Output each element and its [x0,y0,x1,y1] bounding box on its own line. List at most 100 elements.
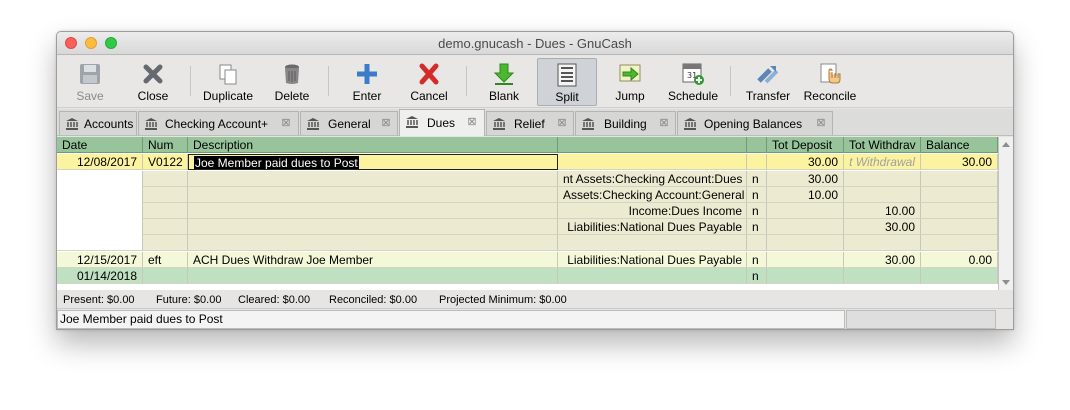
tab-dues[interactable]: Dues ⊠ [399,109,485,136]
bank-icon [492,117,506,133]
plus-icon [355,62,379,86]
split-account[interactable]: Income:Dues Income [558,203,747,219]
save-button[interactable]: Save [68,58,112,106]
txn-date[interactable]: 12/15/2017 [57,252,143,268]
txn-num[interactable]: V0122 [143,154,188,170]
title-bar: demo.gnucash - Dues - GnuCash [57,32,1013,55]
split-icon [555,63,579,87]
column-header-tot-deposit[interactable]: Tot Deposit [767,137,844,153]
close-button[interactable]: Close [128,58,178,106]
toolbar-separator [730,66,731,96]
duplicate-button[interactable]: Duplicate [199,58,257,106]
split-r[interactable]: n [747,187,767,203]
split-row[interactable]: Assets:Checking Account:General n 10.00 [57,187,998,203]
tab-checking-account[interactable]: Checking Account+ ⊠ [138,111,299,135]
scroll-down-arrow-icon[interactable] [1002,280,1010,285]
split-account[interactable]: Assets:Checking Account:General [558,187,747,203]
txn-description-selected[interactable]: Joe Member paid dues to Post [194,156,359,169]
txn-withdrawal[interactable]: 30.00 [844,252,921,268]
split-deposit[interactable]: 30.00 [767,171,844,187]
jump-button[interactable]: Jump [610,58,650,106]
split-withdrawal[interactable] [844,171,921,187]
toolbar-separator [328,66,329,96]
split-row[interactable]: nt Assets:Checking Account:Dues n 30.00 [57,171,998,187]
cancel-button[interactable]: Cancel [405,58,453,106]
bank-icon [683,117,697,133]
txn-description[interactable]: ACH Dues Withdraw Joe Member [188,252,558,268]
column-header-r[interactable] [747,137,767,153]
txn-deposit[interactable] [767,252,844,268]
column-header-num[interactable]: Num [143,137,188,153]
split-row[interactable]: Liabilities:National Dues Payable n 30.0… [57,219,998,235]
bank-icon [144,117,158,133]
blank-txn-r[interactable]: n [747,268,767,284]
split-deposit[interactable] [767,219,844,235]
tab-opening-balances[interactable]: Opening Balances ⊠ [677,111,833,135]
scroll-up-arrow-icon[interactable] [1002,142,1010,147]
tab-relief[interactable]: Relief ⊠ [486,111,574,135]
tab-accounts[interactable]: Accounts [59,111,137,135]
split-deposit[interactable] [767,203,844,219]
column-header-date[interactable]: Date [57,137,143,153]
cancel-x-icon [417,62,441,86]
txn-transfer[interactable]: Liabilities:National Dues Payable [558,252,747,268]
summary-reconciled: Reconciled: $0.00 [329,294,418,306]
close-x-icon [141,62,165,86]
blank-transaction-row[interactable]: 01/14/2018 n [57,268,998,284]
split-button[interactable]: Split [537,58,597,106]
txn-deposit[interactable]: 30.00 [767,154,844,170]
split-withdrawal[interactable] [844,187,921,203]
txn-date[interactable]: 12/08/2017 [57,154,143,170]
summary-future: Future: $0.00 [156,294,222,306]
summary-bar: Present: $0.00 Future: $0.00 Cleared: $0… [57,290,1013,308]
blank-txn-date[interactable]: 01/14/2018 [57,268,143,284]
transfer-button[interactable]: Transfer [741,58,795,106]
status-bar: Joe Member paid dues to Post [57,308,1013,329]
register-table: Date Num Description Tot Deposit Tot Wit… [57,137,998,290]
split-r[interactable]: n [747,203,767,219]
split-r[interactable]: n [747,219,767,235]
transaction-row[interactable]: 12/15/2017 eft ACH Dues Withdraw Joe Mem… [57,252,998,268]
delete-button[interactable]: Delete [269,58,315,106]
jump-arrow-icon [618,62,642,86]
register-scrollbar[interactable] [998,137,1013,290]
tab-close-icon[interactable]: ⊠ [658,117,670,129]
tab-close-icon[interactable]: ⊠ [815,117,827,129]
enter-button[interactable]: Enter [344,58,390,106]
txn-balance: 30.00 [921,154,998,170]
summary-cleared: Cleared: $0.00 [238,294,311,306]
floppy-disk-icon [78,62,102,86]
txn-description-cell[interactable]: Joe Member paid dues to Post [188,154,558,170]
tab-building[interactable]: Building ⊠ [575,111,676,135]
split-account[interactable]: Liabilities:National Dues Payable [558,219,747,235]
txn-transfer[interactable] [558,154,747,170]
status-text: Joe Member paid dues to Post [57,310,845,329]
reconcile-button[interactable]: Reconcile [802,58,858,106]
txn-r[interactable] [747,154,767,170]
tab-general[interactable]: General ⊠ [300,111,398,135]
tab-close-icon[interactable]: ⊠ [556,117,568,129]
column-header-tot-withdrawal[interactable]: Tot Withdrav [844,137,921,153]
bank-icon [306,117,320,133]
tab-close-icon[interactable]: ⊠ [380,117,392,129]
column-header-description[interactable]: Description [188,137,558,153]
tab-close-icon[interactable]: ⊠ [280,117,292,129]
schedule-button[interactable]: 31 Schedule [663,58,723,106]
split-row[interactable]: Income:Dues Income n 10.00 [57,203,998,219]
tab-close-icon[interactable]: ⊠ [466,116,478,128]
down-arrow-icon [492,62,516,86]
split-withdrawal[interactable]: 10.00 [844,203,921,219]
txn-withdrawal[interactable]: t Withdrawal [844,154,921,170]
split-r[interactable]: n [747,171,767,187]
split-row-blank[interactable] [57,235,998,251]
txn-num[interactable]: eft [143,252,188,268]
blank-button[interactable]: Blank [480,58,528,106]
column-header-transfer[interactable] [558,137,747,153]
duplicate-icon [216,62,240,86]
column-header-balance[interactable]: Balance [921,137,998,153]
transaction-row-current[interactable]: 12/08/2017 V0122 Joe Member paid dues to… [57,154,998,170]
split-account[interactable]: nt Assets:Checking Account:Dues [558,171,747,187]
split-withdrawal[interactable]: 30.00 [844,219,921,235]
split-deposit[interactable]: 10.00 [767,187,844,203]
txn-r[interactable]: n [747,252,767,268]
